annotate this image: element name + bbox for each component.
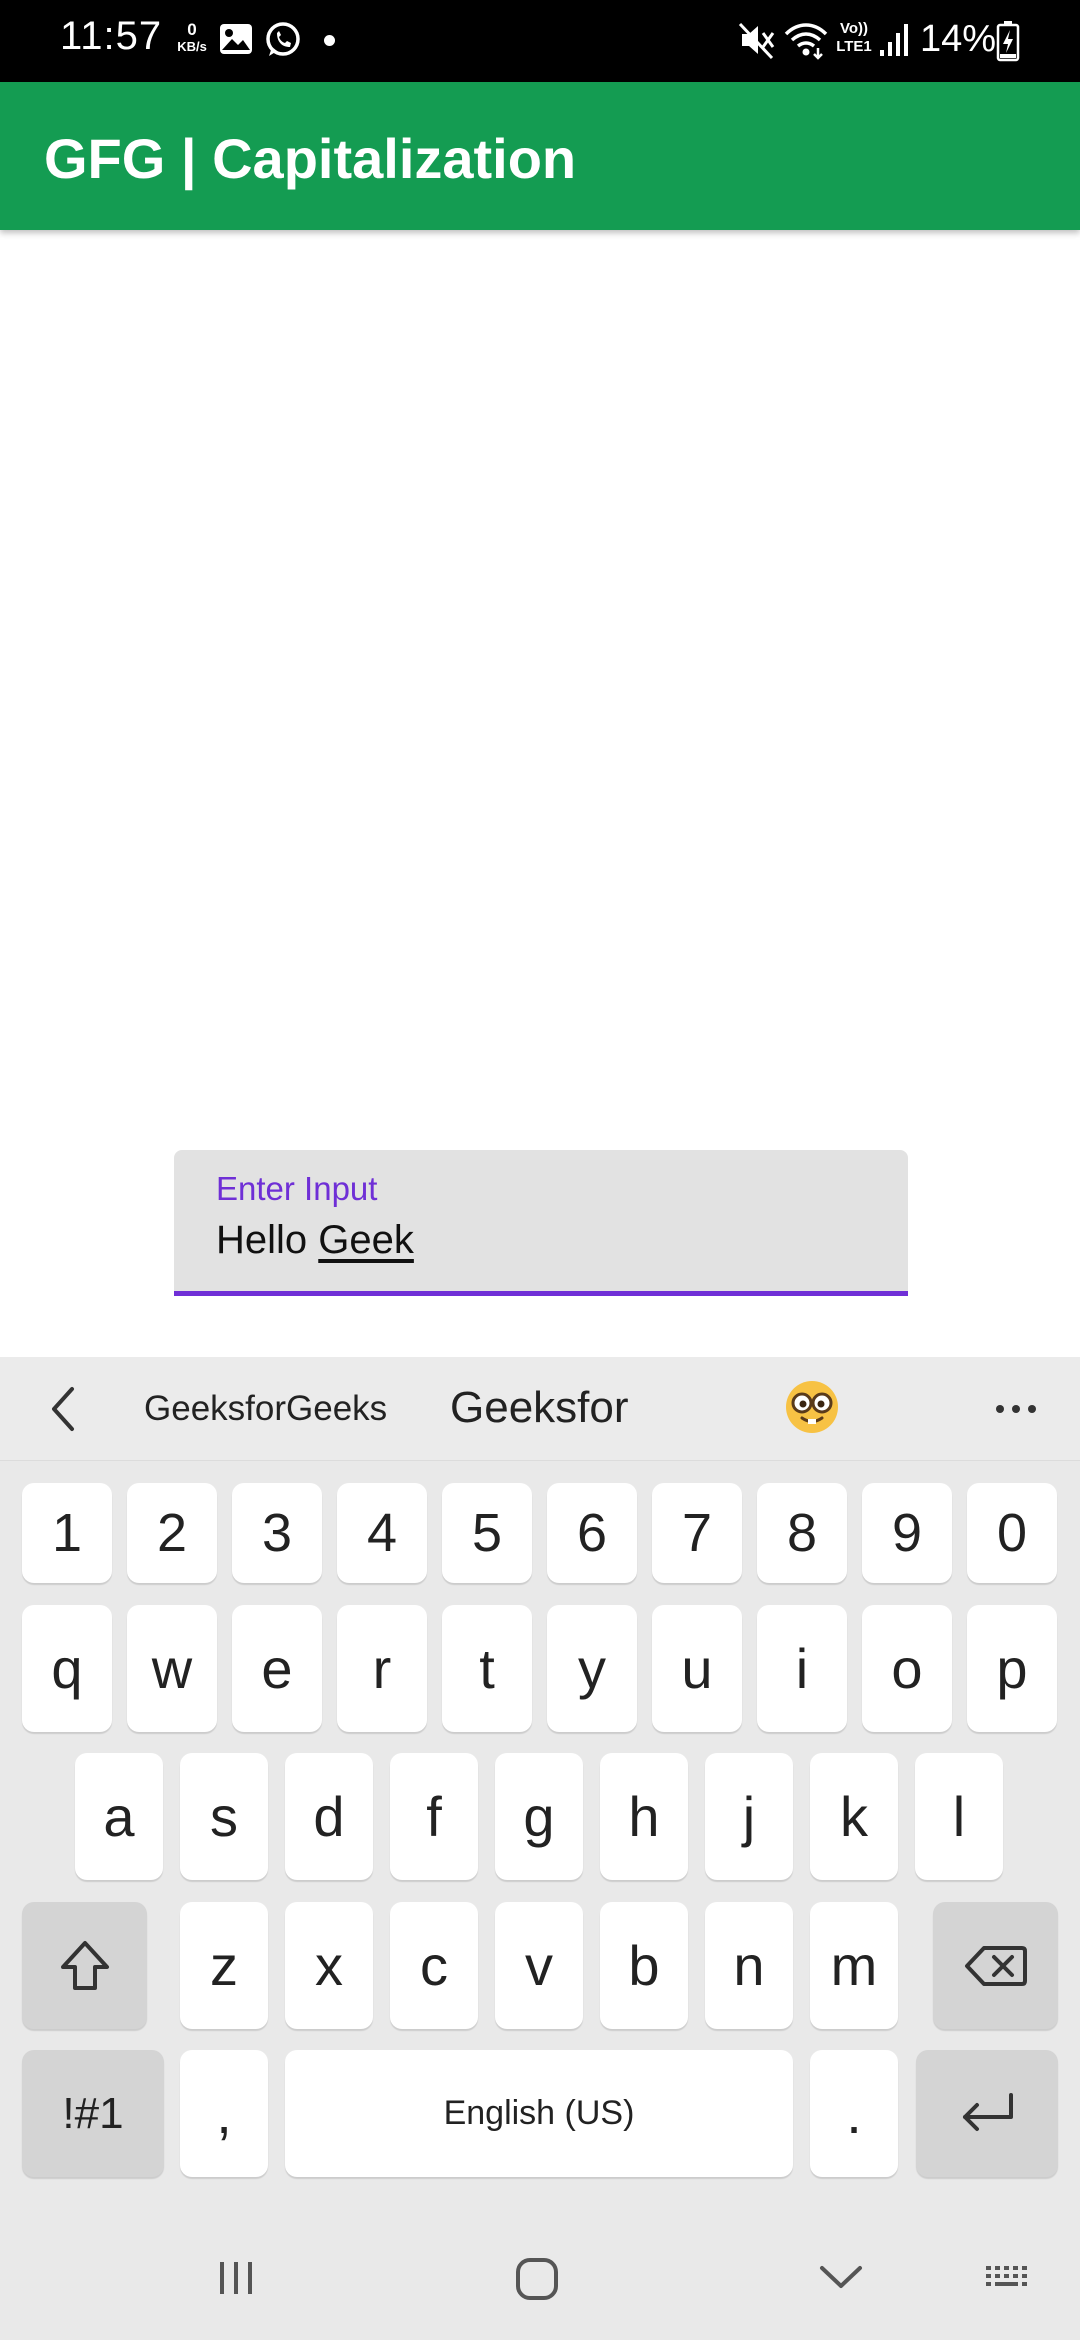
key-6[interactable]: 6 xyxy=(547,1483,637,1583)
more-options-icon[interactable] xyxy=(992,1397,1040,1421)
key-b[interactable]: b xyxy=(600,1902,688,2029)
key-c[interactable]: c xyxy=(390,1902,478,2029)
key-v[interactable]: v xyxy=(495,1902,583,2029)
backspace-icon xyxy=(964,1945,1027,1986)
key-2[interactable]: 2 xyxy=(127,1483,217,1583)
keyboard-switch-icon[interactable] xyxy=(984,2264,1034,2294)
space-key[interactable]: English (US) xyxy=(285,2050,793,2177)
key-o[interactable]: o xyxy=(862,1605,952,1732)
key-q[interactable]: q xyxy=(22,1605,112,1732)
key-7[interactable]: 7 xyxy=(652,1483,742,1583)
key-s[interactable]: s xyxy=(180,1753,268,1880)
whatsapp-icon xyxy=(266,22,300,56)
key-1[interactable]: 1 xyxy=(22,1483,112,1583)
backspace-key[interactable] xyxy=(933,1902,1058,2029)
volte-bottom: LTE1 xyxy=(836,38,872,55)
navigation-bar xyxy=(0,2200,1080,2340)
network-speed-value: 0 xyxy=(187,20,197,39)
key-t[interactable]: t xyxy=(442,1605,532,1732)
key-9[interactable]: 9 xyxy=(862,1483,952,1583)
key-i[interactable]: i xyxy=(757,1605,847,1732)
key-3[interactable]: 3 xyxy=(232,1483,322,1583)
key-l[interactable]: l xyxy=(915,1753,1003,1880)
key-8[interactable]: 8 xyxy=(757,1483,847,1583)
input-text-field[interactable]: Enter Input Hello Geek xyxy=(174,1150,908,1296)
key-r[interactable]: r xyxy=(337,1605,427,1732)
key-e[interactable]: e xyxy=(232,1605,322,1732)
notification-dot-icon xyxy=(324,35,335,46)
comma-key[interactable]: , xyxy=(180,2050,268,2177)
input-value-composing: Geek xyxy=(318,1218,414,1262)
key-d[interactable]: d xyxy=(285,1753,373,1880)
app-bar: GFG | Capitalization xyxy=(0,82,1080,230)
nerd-face-emoji-icon[interactable] xyxy=(784,1379,840,1435)
key-h[interactable]: h xyxy=(600,1753,688,1880)
key-u[interactable]: u xyxy=(652,1605,742,1732)
status-time: 11:57 xyxy=(60,14,163,58)
key-k[interactable]: k xyxy=(810,1753,898,1880)
key-w[interactable]: w xyxy=(127,1605,217,1732)
battery-percent: 14% xyxy=(920,18,997,60)
suggestion-2[interactable]: Geeksfor xyxy=(450,1383,629,1433)
key-f[interactable]: f xyxy=(390,1753,478,1880)
back-arrow-icon[interactable] xyxy=(44,1383,84,1435)
key-n[interactable]: n xyxy=(705,1902,793,2029)
key-g[interactable]: g xyxy=(495,1753,583,1880)
enter-icon xyxy=(963,2092,1013,2131)
volte-top: Vo)) xyxy=(839,20,869,37)
soft-keyboard: GeeksforGeeks Geeksfor 1 2 3 4 5 6 7 8 9… xyxy=(0,1357,1080,2340)
mute-icon xyxy=(738,22,775,60)
signal-icon xyxy=(880,24,908,56)
input-value-plain: Hello xyxy=(216,1218,319,1262)
key-5[interactable]: 5 xyxy=(442,1483,532,1583)
app-title: GFG | Capitalization xyxy=(44,127,577,190)
network-speed-unit: KB/s xyxy=(177,39,207,54)
key-a[interactable]: a xyxy=(75,1753,163,1880)
key-j[interactable]: j xyxy=(705,1753,793,1880)
status-bar: 11:57 0 KB/s Vo)) LTE1 14% xyxy=(0,0,1080,82)
recents-icon[interactable] xyxy=(214,2258,258,2298)
key-x[interactable]: x xyxy=(285,1902,373,2029)
symbols-key[interactable]: !#1 xyxy=(22,2050,164,2177)
input-label: Enter Input xyxy=(216,1170,378,1207)
input-value[interactable]: Hello Geek xyxy=(216,1218,414,1263)
wifi-icon xyxy=(784,23,828,60)
back-icon[interactable] xyxy=(818,2262,864,2292)
key-m[interactable]: m xyxy=(810,1902,898,2029)
shift-icon xyxy=(60,1940,109,1990)
period-key[interactable]: . xyxy=(810,2050,898,2177)
key-p[interactable]: p xyxy=(967,1605,1057,1732)
enter-key[interactable] xyxy=(916,2050,1058,2177)
home-icon[interactable] xyxy=(514,2256,560,2302)
network-speed: 0 KB/s xyxy=(170,20,214,54)
suggestion-1[interactable]: GeeksforGeeks xyxy=(144,1389,387,1429)
battery-charging-icon xyxy=(996,21,1020,62)
key-z[interactable]: z xyxy=(180,1902,268,2029)
suggestion-bar: GeeksforGeeks Geeksfor xyxy=(0,1357,1080,1461)
key-0[interactable]: 0 xyxy=(967,1483,1057,1583)
gallery-icon xyxy=(220,24,252,54)
key-y[interactable]: y xyxy=(547,1605,637,1732)
shift-key[interactable] xyxy=(22,1902,147,2029)
key-4[interactable]: 4 xyxy=(337,1483,427,1583)
volte-indicator: Vo)) LTE1 xyxy=(830,20,878,56)
